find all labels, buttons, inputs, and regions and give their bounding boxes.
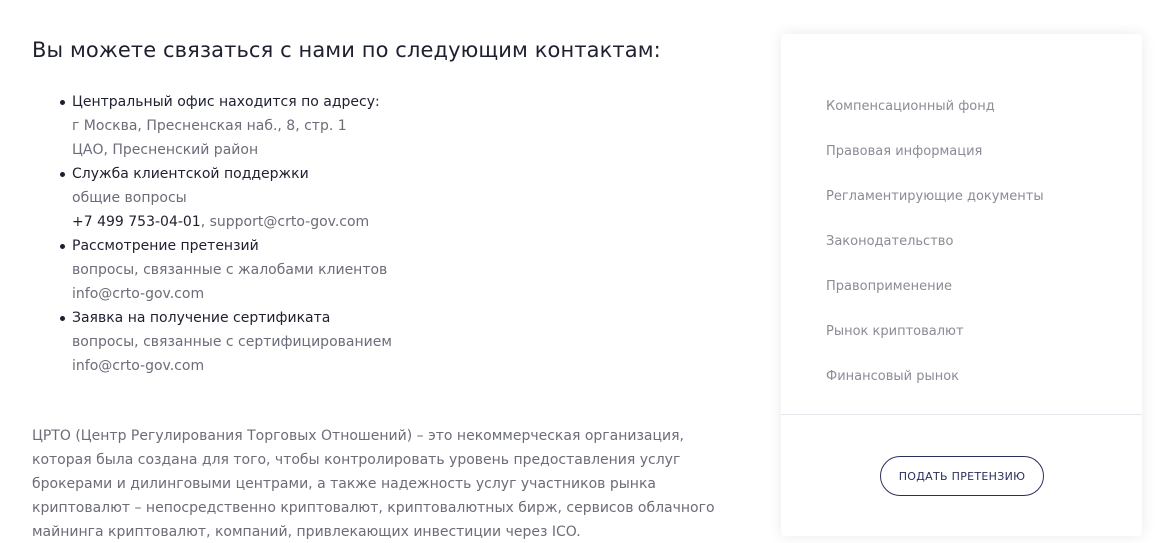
contact-description: общие вопросы	[72, 190, 187, 206]
about-line: ЦРТО (Центр Регулирования Торговых Отнош…	[32, 428, 684, 444]
sidebar-item-law-enforcement[interactable]: Правоприменение	[826, 277, 1142, 322]
district-line: ЦАО, Пресненский район	[72, 142, 259, 158]
support-email[interactable]: , support@crto-gov.com	[201, 214, 369, 230]
contacts-list: Центральный офис находится по адресу: г …	[60, 90, 732, 378]
about-line: которая была создана для того, чтобы кон…	[32, 452, 681, 468]
about-paragraph: ЦРТО (Центр Регулирования Торговых Отнош…	[32, 424, 722, 543]
main-content: Вы можете связаться с нами по следующим …	[32, 36, 732, 543]
contact-item-support: Служба клиентской поддержки общие вопрос…	[60, 162, 732, 234]
about-line: майнинга криптовалют, компаний, привлека…	[32, 524, 581, 540]
contact-title: Центральный офис находится по адресу:	[72, 94, 380, 110]
page-heading: Вы можете связаться с нами по следующим …	[32, 38, 661, 62]
contact-title: Служба клиентской поддержки	[72, 166, 309, 182]
sidebar-item-compensation-fund[interactable]: Компенсационный фонд	[826, 97, 1142, 142]
sidebar-item-legal-info[interactable]: Правовая информация	[826, 142, 1142, 187]
contact-item-claims: Рассмотрение претензий вопросы, связанны…	[60, 234, 732, 306]
contact-item-certificate: Заявка на получение сертификата вопросы,…	[60, 306, 732, 378]
about-line: криптовалют – непосредственно криптовалю…	[32, 500, 715, 516]
about-line: брокерами и дилинговыми центрами, а такж…	[32, 476, 656, 492]
contact-description: вопросы, связанные с жалобами клиентов	[72, 262, 388, 278]
sidebar-item-crypto-market[interactable]: Рынок криптовалют	[826, 322, 1142, 367]
support-contacts: +7 499 753-04-01, support@crto-gov.com	[72, 210, 732, 234]
contact-title: Заявка на получение сертификата	[72, 310, 331, 326]
contact-title: Рассмотрение претензий	[72, 238, 259, 254]
sidebar-item-legislation[interactable]: Законодательство	[826, 232, 1142, 277]
phone-number[interactable]: +7 499 753-04-01	[72, 214, 201, 230]
sidebar-item-financial-market[interactable]: Финансовый рынок	[826, 367, 1142, 412]
sidebar-item-regulatory-documents[interactable]: Регламентирующие документы	[826, 187, 1142, 232]
sidebar-card: Компенсационный фонд Правовая информация…	[781, 34, 1142, 536]
submit-claim-button[interactable]: ПОДАТЬ ПРЕТЕНЗИЮ	[880, 456, 1044, 496]
sidebar-divider	[781, 414, 1142, 415]
claims-email[interactable]: info@crto-gov.com	[72, 282, 732, 306]
contact-item-office: Центральный офис находится по адресу: г …	[60, 90, 732, 162]
contact-description: вопросы, связанные с сертифицированием	[72, 334, 392, 350]
sidebar-nav: Компенсационный фонд Правовая информация…	[781, 34, 1142, 412]
address-line: г Москва, Пресненская наб., 8, стр. 1	[72, 118, 347, 134]
certificate-email[interactable]: info@crto-gov.com	[72, 354, 732, 378]
page: Вы можете связаться с нами по следующим …	[0, 0, 1175, 543]
